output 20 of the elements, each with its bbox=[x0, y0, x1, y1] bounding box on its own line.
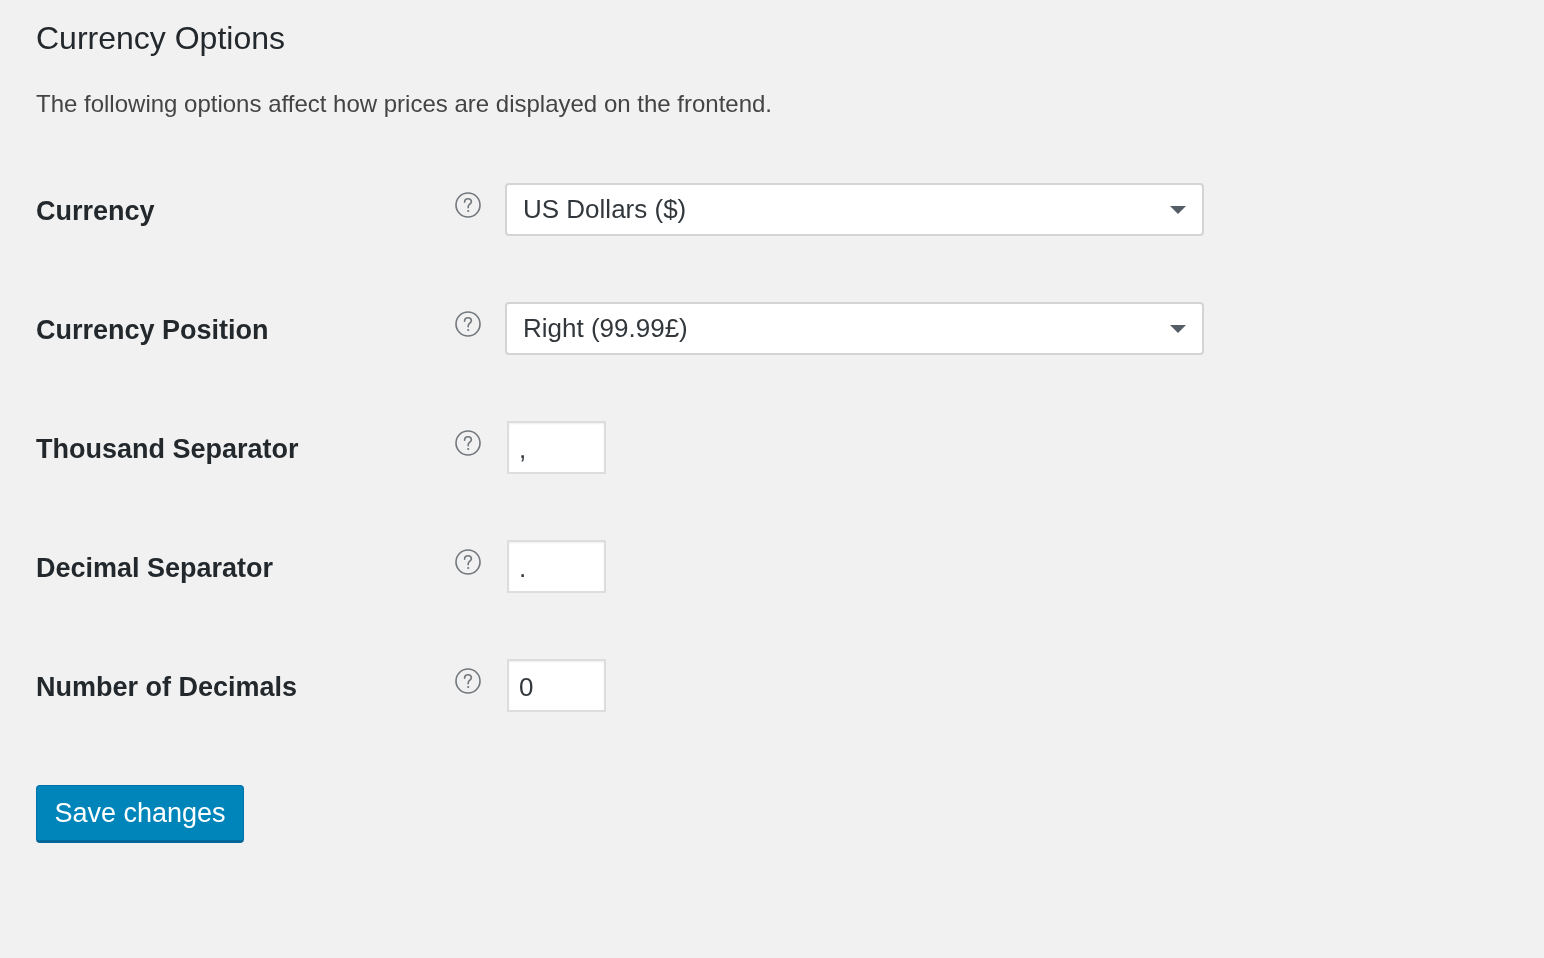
help-icon[interactable] bbox=[455, 549, 481, 575]
help-icon[interactable] bbox=[455, 668, 481, 694]
field-label: Number of Decimals bbox=[36, 671, 299, 704]
help-icon[interactable] bbox=[455, 311, 481, 337]
help-icon[interactable] bbox=[455, 192, 481, 218]
field-label: Thousand Separator bbox=[36, 433, 300, 466]
field-label: Currency bbox=[36, 195, 156, 228]
section-heading: Currency Options bbox=[36, 19, 285, 58]
select-field[interactable]: US Dollars ($) bbox=[505, 183, 1204, 236]
field-label: Currency Position bbox=[36, 314, 270, 347]
text-input[interactable]: , bbox=[507, 421, 606, 474]
caret-icon bbox=[1170, 205, 1186, 214]
help-icon[interactable] bbox=[455, 430, 481, 456]
text-input[interactable]: . bbox=[507, 540, 606, 593]
save-button[interactable]: Save changes bbox=[36, 785, 244, 843]
caret-icon bbox=[1170, 324, 1186, 333]
field-label: Decimal Separator bbox=[36, 552, 275, 585]
section-description: The following options affect how prices are displayed on the frontend. bbox=[36, 89, 772, 119]
text-input[interactable]: 0 bbox=[507, 659, 606, 712]
select-field[interactable]: Right (99.99£) bbox=[505, 302, 1204, 355]
